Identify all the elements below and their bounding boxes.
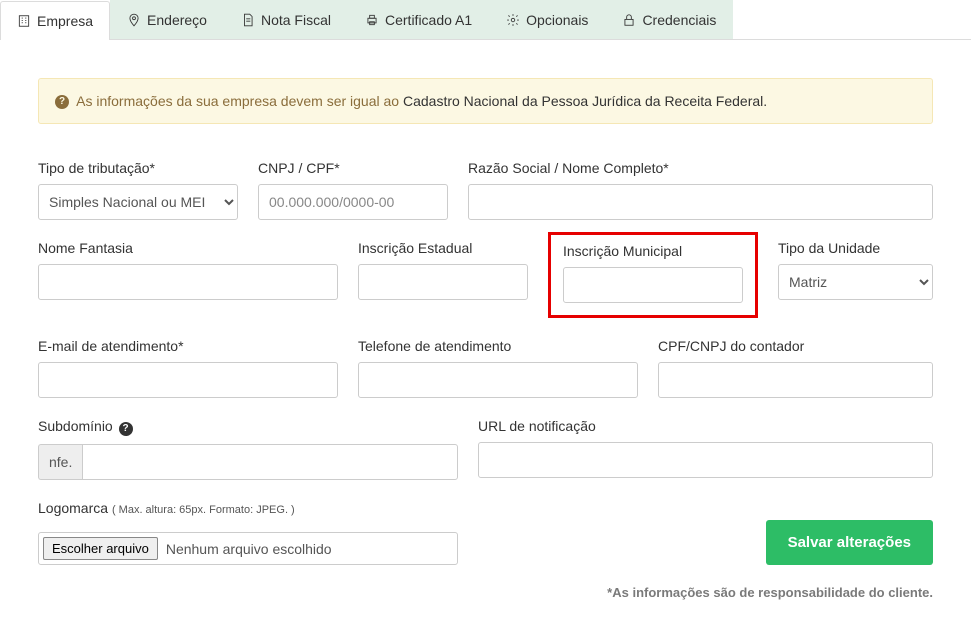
label-subdominio: Subdomínio ? xyxy=(38,418,458,436)
input-subdominio[interactable] xyxy=(82,444,458,480)
tab-label: Nota Fiscal xyxy=(261,12,331,28)
gear-icon xyxy=(506,13,520,27)
input-url-notificacao[interactable] xyxy=(478,442,933,478)
lock-icon xyxy=(622,13,636,27)
tab-label: Endereço xyxy=(147,12,207,28)
question-circle-icon: ? xyxy=(55,95,69,109)
label-cpf-cnpj-contador: CPF/CNPJ do contador xyxy=(658,338,933,354)
file-chooser-logomarca[interactable]: Escolher arquivo Nenhum arquivo escolhid… xyxy=(38,532,458,565)
label-tipo-unidade: Tipo da Unidade xyxy=(778,240,933,256)
input-telefone-atendimento[interactable] xyxy=(358,362,638,398)
tab-endereco[interactable]: Endereço xyxy=(110,0,224,39)
label-cnpj-cpf: CNPJ / CPF* xyxy=(258,160,448,176)
label-razao-social: Razão Social / Nome Completo* xyxy=(468,160,933,176)
tab-label: Credenciais xyxy=(642,12,716,28)
info-alert: ? As informações da sua empresa devem se… xyxy=(38,78,933,124)
tab-empresa[interactable]: Empresa xyxy=(0,1,110,40)
alert-text-b: Cadastro Nacional da Pessoa Jurídica da … xyxy=(403,93,767,109)
input-cnpj-cpf[interactable] xyxy=(258,184,448,220)
tab-content-empresa: ? As informações da sua empresa devem se… xyxy=(0,40,971,620)
building-icon xyxy=(17,14,31,28)
file-choose-button[interactable]: Escolher arquivo xyxy=(43,537,158,560)
document-icon xyxy=(241,13,255,27)
label-url-notificacao: URL de notificação xyxy=(478,418,933,434)
subdominio-prefix: nfe. xyxy=(38,444,82,480)
input-email-atendimento[interactable] xyxy=(38,362,338,398)
printer-icon xyxy=(365,13,379,27)
tab-label: Certificado A1 xyxy=(385,12,472,28)
help-icon[interactable]: ? xyxy=(119,422,133,436)
tab-opcionais[interactable]: Opcionais xyxy=(489,0,605,39)
label-logomarca: Logomarca ( Max. altura: 65px. Formato: … xyxy=(38,500,458,516)
highlight-inscricao-municipal: Inscrição Municipal xyxy=(548,232,758,318)
label-inscricao-estadual: Inscrição Estadual xyxy=(358,240,528,256)
tab-bar: Empresa Endereço Nota Fiscal Certificado… xyxy=(0,0,971,40)
label-email-atendimento: E-mail de atendimento* xyxy=(38,338,338,354)
alert-text-a: As informações da sua empresa devem ser … xyxy=(76,93,403,109)
label-tipo-tributacao: Tipo de tributação* xyxy=(38,160,238,176)
input-inscricao-estadual[interactable] xyxy=(358,264,528,300)
tab-label: Opcionais xyxy=(526,12,588,28)
label-telefone-atendimento: Telefone de atendimento xyxy=(358,338,638,354)
input-razao-social[interactable] xyxy=(468,184,933,220)
input-cpf-cnpj-contador[interactable] xyxy=(658,362,933,398)
select-tipo-tributacao[interactable]: Simples Nacional ou MEI xyxy=(38,184,238,220)
tab-label: Empresa xyxy=(37,13,93,29)
input-nome-fantasia[interactable] xyxy=(38,264,338,300)
select-tipo-unidade[interactable]: Matriz xyxy=(778,264,933,300)
tab-nota-fiscal[interactable]: Nota Fiscal xyxy=(224,0,348,39)
tab-certificado[interactable]: Certificado A1 xyxy=(348,0,489,39)
save-button[interactable]: Salvar alterações xyxy=(766,520,933,565)
file-none-text: Nenhum arquivo escolhido xyxy=(166,541,332,557)
input-inscricao-municipal[interactable] xyxy=(563,267,743,303)
tab-credenciais[interactable]: Credenciais xyxy=(605,0,733,39)
label-inscricao-municipal: Inscrição Municipal xyxy=(563,243,743,259)
label-nome-fantasia: Nome Fantasia xyxy=(38,240,338,256)
pin-icon xyxy=(127,13,141,27)
footer-note: *As informações são de responsabilidade … xyxy=(38,585,933,600)
